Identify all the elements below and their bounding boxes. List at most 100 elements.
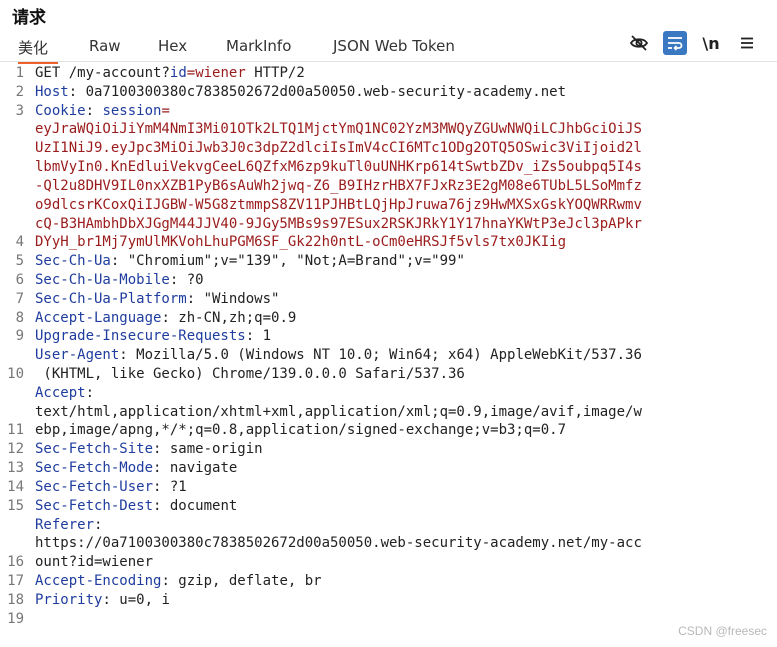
line-number (0, 215, 24, 234)
cookie-value-line: UzI1NiJ9.eyJpc3MiOiJwb3J0c3dpZ2dlciIsImV… (35, 140, 642, 157)
header-value-continuation: ount?id=wiener (35, 554, 154, 571)
line-number: 4 (15, 234, 24, 251)
tab-raw[interactable]: Raw (89, 37, 121, 55)
cookie-value-line: cQ-B3HAmbhDbXJGgM44JJV40-9JGy5MBs9s97ESu… (35, 215, 642, 232)
line-number: 9 (15, 328, 24, 345)
eye-slash-icon[interactable] (627, 31, 651, 55)
hamburger-menu-icon[interactable] (735, 31, 759, 55)
editor-toolbar: \n (627, 31, 767, 57)
line-number: 15 (7, 497, 24, 514)
header-name: Sec-Ch-Ua-Mobile (35, 271, 170, 288)
header-value-continuation: text/html,application/xhtml+xml,applicat… (35, 403, 642, 420)
cookie-value-line: -Ql2u8DHV9IL0nxXZB1PyB6sAuWh2jwq-Z6_B9IH… (35, 177, 642, 194)
line-number (0, 158, 24, 177)
header-sec-fetch-dest: Sec-Fetch-Dest: document (35, 497, 238, 514)
wrap-lines-icon[interactable] (663, 31, 687, 55)
header-referer: Referer: (35, 516, 103, 533)
line-number (0, 384, 24, 403)
header-sec-ch-ua-mobile: Sec-Ch-Ua-Mobile: ?0 (35, 271, 204, 288)
query-param-value: wiener (195, 65, 246, 81)
header-sec-ch-ua-platform: Sec-Ch-Ua-Platform: "Windows" (35, 290, 280, 307)
header-sec-fetch-mode: Sec-Fetch-Mode: navigate (35, 460, 238, 477)
line-number (0, 196, 24, 215)
line-number: 14 (7, 478, 24, 495)
header-name: Host (35, 83, 69, 100)
line-number: 12 (7, 441, 24, 458)
line-number: 5 (15, 253, 24, 270)
line-number: 11 (7, 422, 24, 439)
http-method: GET (35, 65, 61, 81)
line-number (0, 139, 24, 158)
request-path: /my-account? (68, 65, 170, 81)
header-value: zh-CN,zh;q=0.9 (178, 309, 297, 326)
header-value: Mozilla/5.0 (Windows NT 10.0; Win64; x64… (136, 347, 642, 364)
header-value: navigate (169, 460, 238, 477)
header-value-continuation: ebp,image/apng,*/*;q=0.8,application/sig… (35, 422, 567, 439)
tab-json-web-token[interactable]: JSON Web Token (333, 37, 455, 55)
header-value: document (169, 497, 238, 514)
cookie-value-line: o9dlcsrKCoxQiIJGBW-W5G8ztmmpS8ZV11PJHBtL… (35, 196, 642, 213)
header-value-continuation: (KHTML, like Gecko) Chrome/139.0.0.0 Saf… (35, 366, 465, 382)
line-number (0, 120, 24, 139)
header-sec-ch-ua: Sec-Ch-Ua: "Chromium";v="139", "Not;A=Br… (35, 253, 465, 270)
empty-line (35, 628, 765, 647)
tab-markinfo[interactable]: MarkInfo (226, 37, 291, 55)
header-name: Sec-Ch-Ua-Platform (35, 290, 187, 307)
line-number: 17 (7, 572, 24, 589)
header-accept: Accept: (35, 384, 95, 401)
panel-title: 请求 (12, 8, 46, 27)
header-value-continuation: https://0a7100300380c7838502672d00a50050… (35, 535, 642, 552)
newline-toggle-button[interactable]: \n (699, 31, 723, 55)
header-value: 0a7100300380c7838502672d00a50050.web-sec… (85, 83, 567, 100)
line-number: 16 (7, 554, 24, 571)
header-name: Cookie (35, 102, 86, 119)
header-name: Upgrade-Insecure-Requests (35, 328, 246, 345)
header-name: Accept-Encoding (35, 572, 162, 589)
header-name: Sec-Fetch-Dest (35, 497, 154, 514)
line-number (0, 516, 24, 535)
header-value: "Windows" (203, 290, 280, 307)
tab-pretty[interactable]: 美化 (18, 37, 59, 64)
header-value: same-origin (169, 441, 263, 458)
header-value: 1 (262, 328, 272, 345)
header-name: Accept-Language (35, 309, 162, 326)
header-cookie: Cookie: session= (35, 102, 170, 119)
cookie-value-line: DYyH_br1Mj7ymUlMKVohLhuPGM6SF_Gk22h0ntL-… (35, 234, 567, 251)
header-user-agent: User-Agent: Mozilla/5.0 (Windows NT 10.0… (35, 347, 642, 364)
line-number-gutter: 1 2 3 4 5 6 7 8 9 10 11 12 13 14 15 16 1… (0, 64, 24, 628)
header-value: gzip, deflate, br (178, 572, 322, 589)
line-number: 18 (7, 591, 24, 608)
tab-hex[interactable]: Hex (158, 37, 187, 55)
line-number (0, 346, 24, 365)
header-upgrade-insecure-requests: Upgrade-Insecure-Requests: 1 (35, 328, 272, 345)
header-name: Sec-Fetch-Site (35, 441, 154, 458)
header-priority: Priority: u=0, i (35, 591, 170, 608)
header-host: Host: 0a7100300380c7838502672d00a50050.w… (35, 83, 567, 100)
header-value: ?0 (186, 271, 204, 288)
header-accept-language: Accept-Language: zh-CN,zh;q=0.9 (35, 309, 297, 326)
header-value: ?1 (169, 478, 187, 495)
request-code: GET /my-account?id=wiener HTTP/2 Host: 0… (35, 64, 765, 647)
line-number: 13 (7, 460, 24, 477)
header-name: Referer (35, 516, 95, 533)
query-param-name: id (169, 65, 187, 81)
header-name: Priority (35, 591, 103, 608)
line-number (0, 177, 24, 196)
line-number (0, 534, 24, 553)
line-number: 6 (15, 271, 24, 288)
http-protocol: HTTP/2 (254, 65, 305, 81)
watermark: CSDN @freesec (678, 624, 767, 638)
newline-label: \n (702, 33, 720, 53)
cookie-name: session (102, 102, 162, 119)
line-number: 10 (7, 366, 24, 382)
cookie-value-line: lbmVyIn0.KnEdluiVekvgCeeL6QZfxM6zp9kuTl0… (35, 159, 642, 176)
header-name: Accept (35, 384, 86, 401)
header-name: Sec-Fetch-Mode (35, 460, 154, 477)
line-number: 1 (15, 65, 24, 81)
header-accept-encoding: Accept-Encoding: gzip, deflate, br (35, 572, 322, 589)
line-number: 8 (15, 309, 24, 326)
request-line: GET /my-account?id=wiener HTTP/2 (35, 65, 305, 81)
header-sec-fetch-site: Sec-Fetch-Site: same-origin (35, 441, 263, 458)
line-number (0, 403, 24, 422)
line-number: 2 (15, 83, 24, 100)
